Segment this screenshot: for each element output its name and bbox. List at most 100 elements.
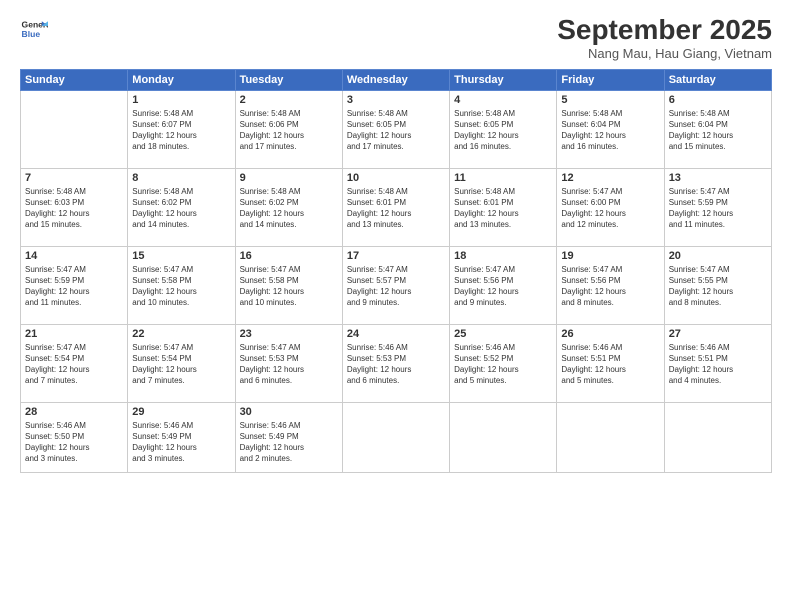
location-subtitle: Nang Mau, Hau Giang, Vietnam bbox=[557, 46, 772, 61]
calendar-week-row: 7 Sunrise: 5:48 AM Sunset: 6:03 PM Daylig… bbox=[21, 168, 772, 246]
day-info: Sunrise: 5:48 AM Sunset: 6:04 PM Dayligh… bbox=[669, 108, 767, 153]
day-info: Sunrise: 5:47 AM Sunset: 5:58 PM Dayligh… bbox=[132, 264, 230, 309]
header-saturday: Saturday bbox=[664, 69, 771, 90]
day-info: Sunrise: 5:48 AM Sunset: 6:02 PM Dayligh… bbox=[240, 186, 338, 231]
table-row: 3 Sunrise: 5:48 AM Sunset: 6:05 PM Daylig… bbox=[342, 90, 449, 168]
table-row: 28 Sunrise: 5:46 AM Sunset: 5:50 PM Dayli… bbox=[21, 402, 128, 472]
title-block: September 2025 Nang Mau, Hau Giang, Viet… bbox=[557, 15, 772, 61]
day-info: Sunrise: 5:48 AM Sunset: 6:05 PM Dayligh… bbox=[347, 108, 445, 153]
day-info: Sunrise: 5:47 AM Sunset: 5:56 PM Dayligh… bbox=[454, 264, 552, 309]
day-number: 6 bbox=[669, 94, 767, 106]
header-friday: Friday bbox=[557, 69, 664, 90]
day-number: 2 bbox=[240, 94, 338, 106]
day-number: 16 bbox=[240, 250, 338, 262]
table-row: 8Sunrise: 5:48 AM Sunset: 6:02 PM Daylig… bbox=[128, 168, 235, 246]
day-number: 20 bbox=[669, 250, 767, 262]
header-sunday: Sunday bbox=[21, 69, 128, 90]
day-number: 29 bbox=[132, 406, 230, 418]
table-row: 22 Sunrise: 5:47 AM Sunset: 5:54 PM Dayli… bbox=[128, 324, 235, 402]
table-row: 11Sunrise: 5:48 AM Sunset: 6:01 PM Dayli… bbox=[450, 168, 557, 246]
table-row bbox=[450, 402, 557, 472]
day-number: 10 bbox=[347, 172, 445, 184]
table-row: 19Sunrise: 5:47 AM Sunset: 5:56 PM Dayli… bbox=[557, 246, 664, 324]
day-number: 11 bbox=[454, 172, 552, 184]
table-row: 2Sunrise: 5:48 AM Sunset: 6:06 PM Daylig… bbox=[235, 90, 342, 168]
logo: General Blue bbox=[20, 15, 48, 43]
day-number: 27 bbox=[669, 328, 767, 340]
table-row: 26 Sunrise: 5:46 AM Sunset: 5:51 PM Dayli… bbox=[557, 324, 664, 402]
day-number: 4 bbox=[454, 94, 552, 106]
table-row: 10 Sunrise: 5:48 AM Sunset: 6:01 PM Dayli… bbox=[342, 168, 449, 246]
day-info: Sunrise: 5:48 AM Sunset: 6:01 PM Dayligh… bbox=[347, 186, 445, 231]
page-header: General Blue September 2025 Nang Mau, Ha… bbox=[20, 15, 772, 61]
header-monday: Monday bbox=[128, 69, 235, 90]
table-row: 16 Sunrise: 5:47 AM Sunset: 5:58 PM Dayli… bbox=[235, 246, 342, 324]
day-info: Sunrise: 5:46 AM Sunset: 5:51 PM Dayligh… bbox=[561, 342, 659, 387]
table-row: 30Sunrise: 5:46 AM Sunset: 5:49 PM Dayli… bbox=[235, 402, 342, 472]
day-info: Sunrise: 5:47 AM Sunset: 5:54 PM Dayligh… bbox=[132, 342, 230, 387]
day-number: 21 bbox=[25, 328, 123, 340]
table-row: 29 Sunrise: 5:46 AM Sunset: 5:49 PM Dayli… bbox=[128, 402, 235, 472]
day-info: Sunrise: 5:46 AM Sunset: 5:50 PM Dayligh… bbox=[25, 420, 123, 465]
table-row: 23 Sunrise: 5:47 AM Sunset: 5:53 PM Dayli… bbox=[235, 324, 342, 402]
table-row: 1 Sunrise: 5:48 AM Sunset: 6:07 PM Daylig… bbox=[128, 90, 235, 168]
day-info: Sunrise: 5:47 AM Sunset: 5:58 PM Dayligh… bbox=[240, 264, 338, 309]
table-row bbox=[557, 402, 664, 472]
logo-icon: General Blue bbox=[20, 15, 48, 43]
table-row: 15Sunrise: 5:47 AM Sunset: 5:58 PM Dayli… bbox=[128, 246, 235, 324]
day-info: Sunrise: 5:48 AM Sunset: 6:07 PM Dayligh… bbox=[132, 108, 230, 153]
table-row: 27 Sunrise: 5:46 AM Sunset: 5:51 PM Dayli… bbox=[664, 324, 771, 402]
table-row: 7 Sunrise: 5:48 AM Sunset: 6:03 PM Daylig… bbox=[21, 168, 128, 246]
day-number: 18 bbox=[454, 250, 552, 262]
day-number: 23 bbox=[240, 328, 338, 340]
day-number: 8 bbox=[132, 172, 230, 184]
table-row: 14 Sunrise: 5:47 AM Sunset: 5:59 PM Dayli… bbox=[21, 246, 128, 324]
table-row: 25 Sunrise: 5:46 AM Sunset: 5:52 PM Dayli… bbox=[450, 324, 557, 402]
day-info: Sunrise: 5:47 AM Sunset: 5:53 PM Dayligh… bbox=[240, 342, 338, 387]
day-info: Sunrise: 5:47 AM Sunset: 5:54 PM Dayligh… bbox=[25, 342, 123, 387]
day-number: 13 bbox=[669, 172, 767, 184]
day-number: 3 bbox=[347, 94, 445, 106]
day-info: Sunrise: 5:47 AM Sunset: 5:57 PM Dayligh… bbox=[347, 264, 445, 309]
day-info: Sunrise: 5:46 AM Sunset: 5:49 PM Dayligh… bbox=[132, 420, 230, 465]
day-number: 9 bbox=[240, 172, 338, 184]
table-row bbox=[21, 90, 128, 168]
day-number: 17 bbox=[347, 250, 445, 262]
table-row: 4Sunrise: 5:48 AM Sunset: 6:05 PM Daylig… bbox=[450, 90, 557, 168]
calendar-header-row: Sunday Monday Tuesday Wednesday Thursday… bbox=[21, 69, 772, 90]
day-info: Sunrise: 5:47 AM Sunset: 5:55 PM Dayligh… bbox=[669, 264, 767, 309]
day-number: 22 bbox=[132, 328, 230, 340]
day-info: Sunrise: 5:48 AM Sunset: 6:04 PM Dayligh… bbox=[561, 108, 659, 153]
day-info: Sunrise: 5:46 AM Sunset: 5:53 PM Dayligh… bbox=[347, 342, 445, 387]
header-wednesday: Wednesday bbox=[342, 69, 449, 90]
day-info: Sunrise: 5:48 AM Sunset: 6:03 PM Dayligh… bbox=[25, 186, 123, 231]
day-number: 28 bbox=[25, 406, 123, 418]
table-row: 12 Sunrise: 5:47 AM Sunset: 6:00 PM Dayli… bbox=[557, 168, 664, 246]
day-info: Sunrise: 5:47 AM Sunset: 5:56 PM Dayligh… bbox=[561, 264, 659, 309]
day-info: Sunrise: 5:46 AM Sunset: 5:51 PM Dayligh… bbox=[669, 342, 767, 387]
day-info: Sunrise: 5:46 AM Sunset: 5:52 PM Dayligh… bbox=[454, 342, 552, 387]
day-number: 14 bbox=[25, 250, 123, 262]
calendar-table: Sunday Monday Tuesday Wednesday Thursday… bbox=[20, 69, 772, 473]
table-row: 17 Sunrise: 5:47 AM Sunset: 5:57 PM Dayli… bbox=[342, 246, 449, 324]
calendar-week-row: 21 Sunrise: 5:47 AM Sunset: 5:54 PM Dayli… bbox=[21, 324, 772, 402]
table-row: 20 Sunrise: 5:47 AM Sunset: 5:55 PM Dayli… bbox=[664, 246, 771, 324]
table-row: 21 Sunrise: 5:47 AM Sunset: 5:54 PM Dayli… bbox=[21, 324, 128, 402]
calendar-week-row: 1 Sunrise: 5:48 AM Sunset: 6:07 PM Daylig… bbox=[21, 90, 772, 168]
day-info: Sunrise: 5:46 AM Sunset: 5:49 PM Dayligh… bbox=[240, 420, 338, 465]
table-row: 5Sunrise: 5:48 AM Sunset: 6:04 PM Daylig… bbox=[557, 90, 664, 168]
day-info: Sunrise: 5:47 AM Sunset: 6:00 PM Dayligh… bbox=[561, 186, 659, 231]
day-number: 7 bbox=[25, 172, 123, 184]
day-info: Sunrise: 5:47 AM Sunset: 5:59 PM Dayligh… bbox=[25, 264, 123, 309]
day-number: 12 bbox=[561, 172, 659, 184]
day-number: 1 bbox=[132, 94, 230, 106]
day-number: 25 bbox=[454, 328, 552, 340]
day-number: 26 bbox=[561, 328, 659, 340]
table-row: 13Sunrise: 5:47 AM Sunset: 5:59 PM Dayli… bbox=[664, 168, 771, 246]
header-thursday: Thursday bbox=[450, 69, 557, 90]
day-number: 24 bbox=[347, 328, 445, 340]
header-tuesday: Tuesday bbox=[235, 69, 342, 90]
month-title: September 2025 bbox=[557, 15, 772, 46]
table-row: 6 Sunrise: 5:48 AM Sunset: 6:04 PM Daylig… bbox=[664, 90, 771, 168]
svg-text:Blue: Blue bbox=[22, 29, 41, 39]
